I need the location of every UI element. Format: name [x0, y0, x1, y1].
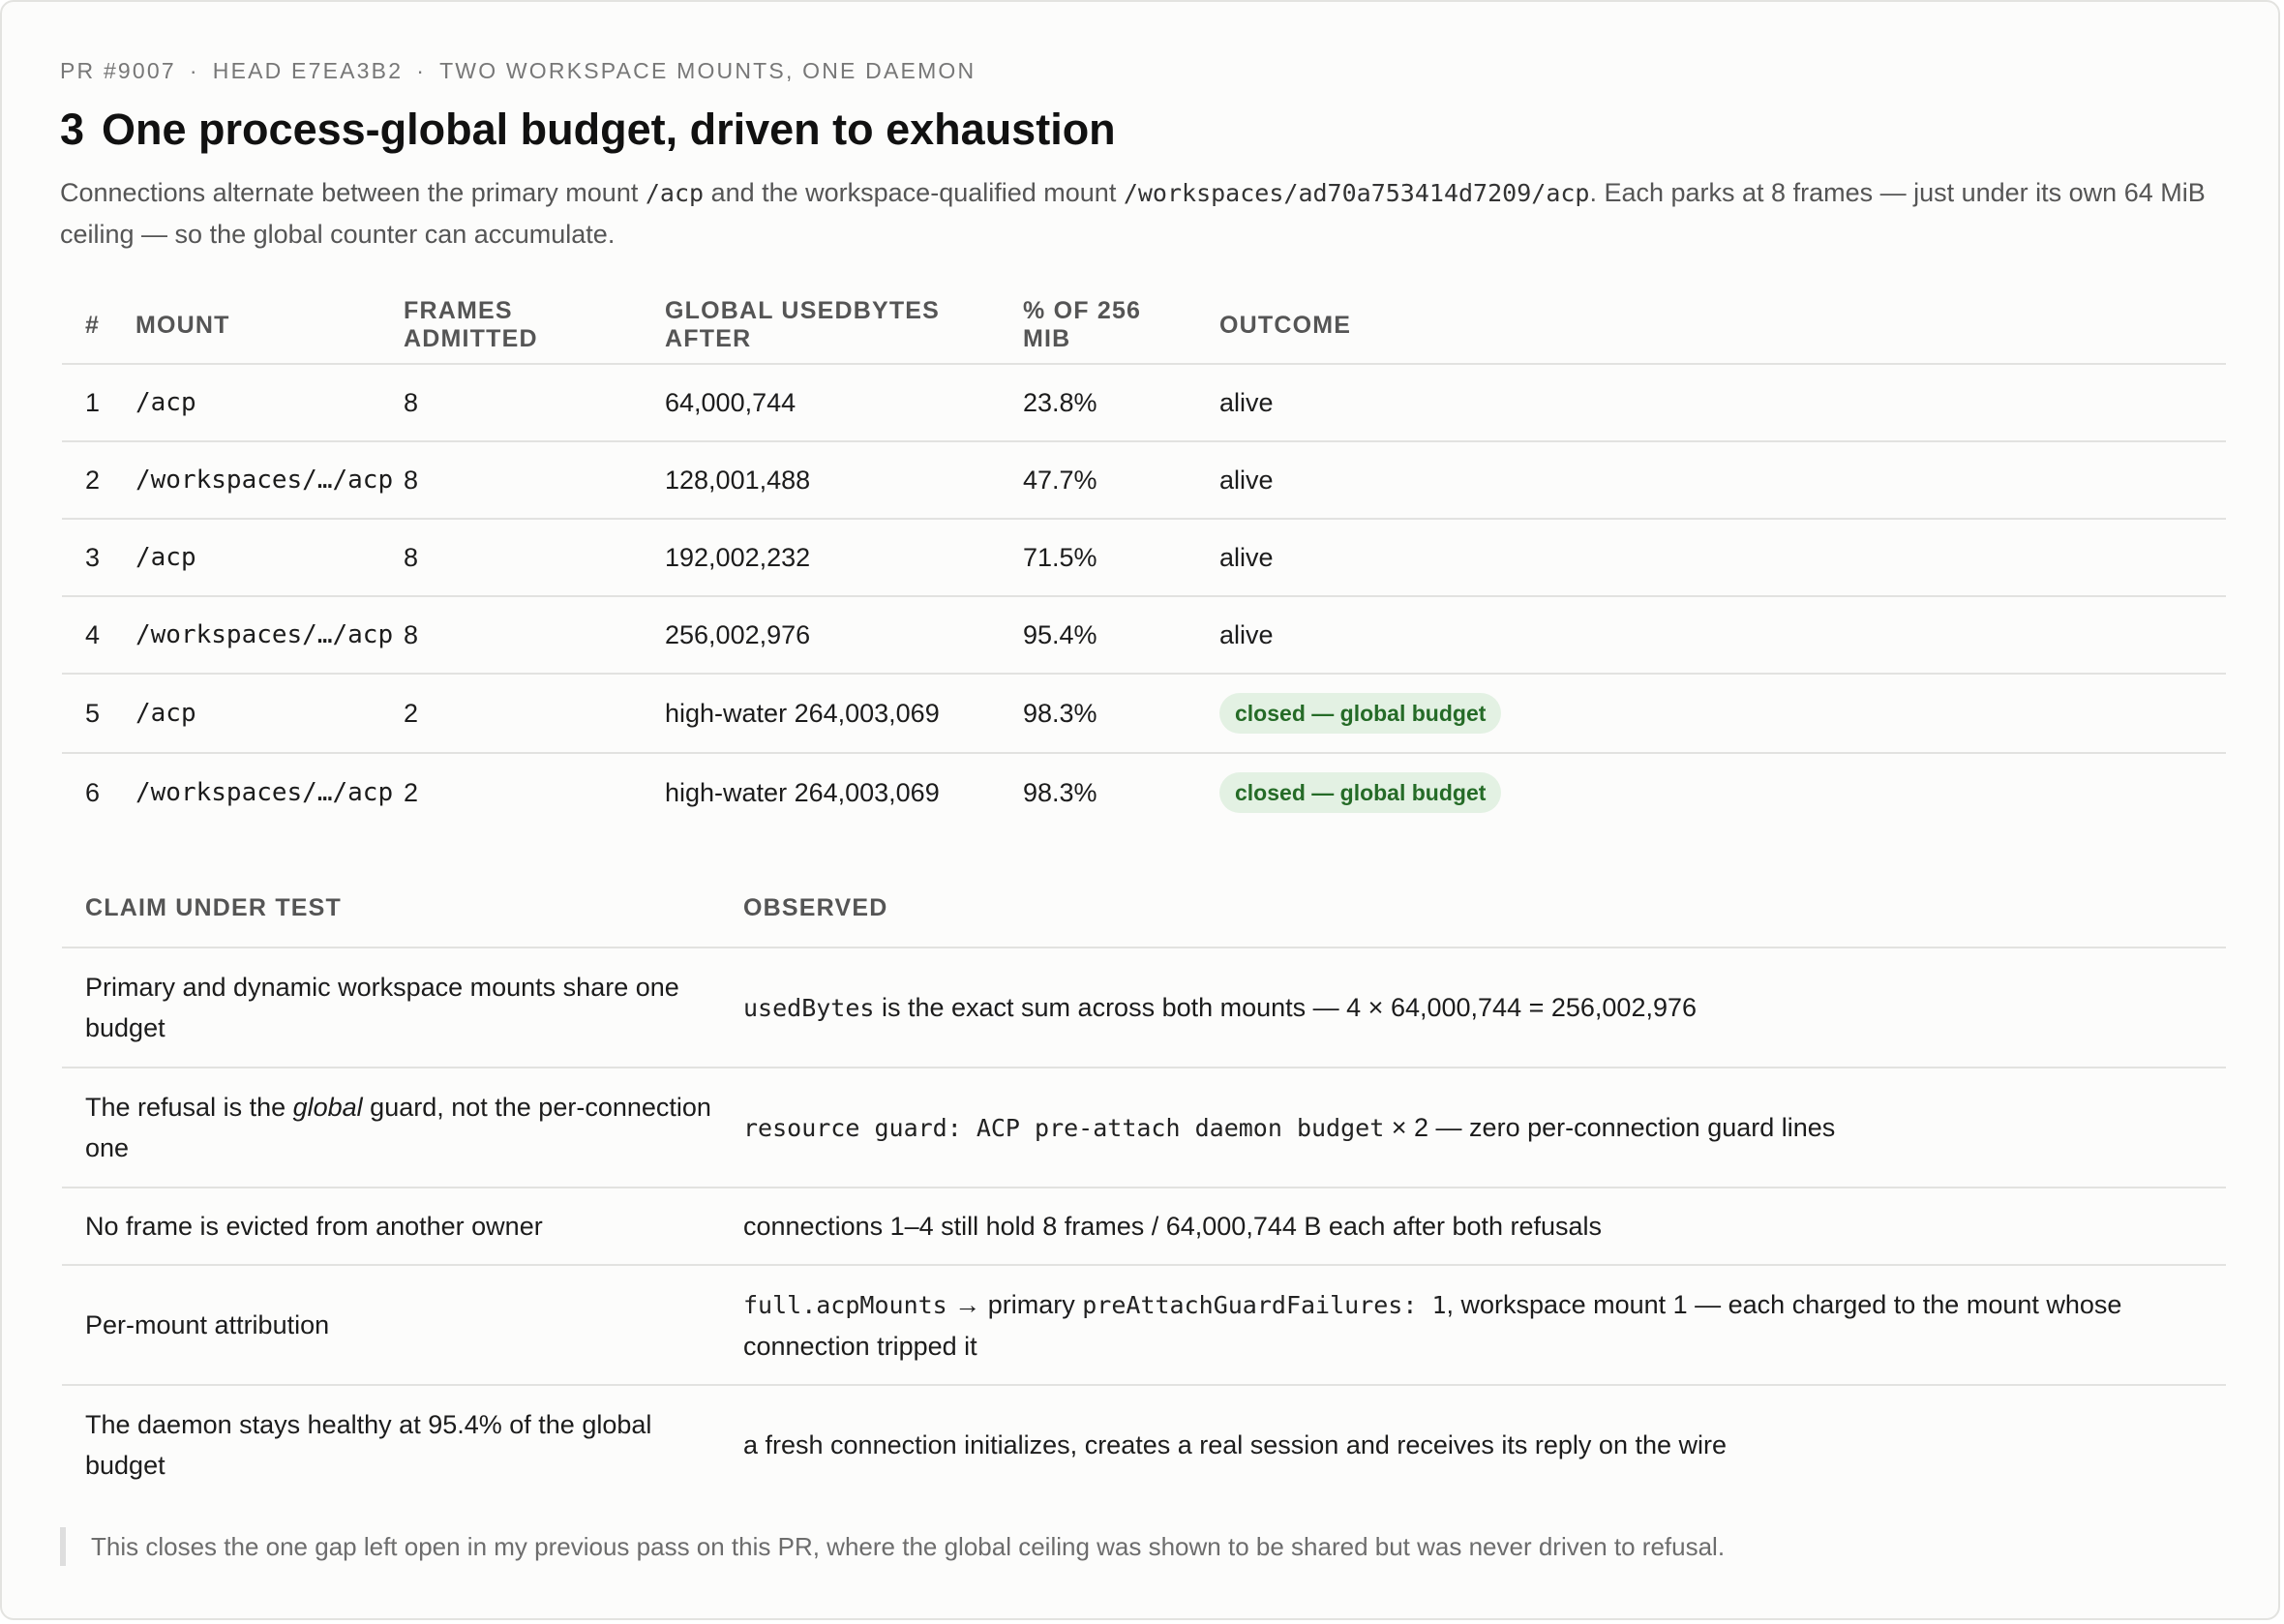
cell-observed: connections 1–4 still hold 8 frames / 64… — [720, 1188, 2226, 1266]
cell-used-bytes: high-water 264,003,069 — [642, 674, 1000, 754]
pr-meta-line: PR #9007 · HEAD E7EA3B2 · TWO WORKSPACE MOUN… — [60, 58, 976, 84]
observed-text: is the exact sum across both mounts — 4 … — [874, 992, 1698, 1022]
intro-text: Connections alternate between the primar… — [60, 178, 646, 207]
claims-table: CLAIM UNDER TEST OBSERVED Primary and dy… — [62, 869, 2226, 1504]
cell-mount: /acp — [112, 364, 380, 442]
cell-frames: 8 — [380, 519, 642, 597]
cell-claim: Per-mount attribution — [62, 1265, 720, 1386]
claim-emphasis: global — [292, 1093, 363, 1122]
cell-mount: /workspaces/…/acp — [112, 441, 393, 520]
table-row: Primary and dynamic workspace mounts sha… — [62, 947, 2226, 1068]
cell-percent: 95.4% — [1000, 596, 1196, 675]
table-header-row: CLAIM UNDER TEST OBSERVED — [62, 869, 2226, 948]
cell-mount: /workspaces/…/acp — [135, 778, 394, 807]
cell-number: 5 — [62, 674, 112, 754]
cell-claim: The refusal is the global guard, not the… — [62, 1068, 720, 1188]
cell-mount: /acp — [112, 519, 380, 597]
cell-outcome: alive — [1196, 519, 2226, 597]
cell-frames: 8 — [380, 364, 642, 442]
cell-number: 4 — [62, 596, 112, 675]
cell-frames: 8 — [380, 596, 642, 675]
table-row: Per-mount attribution full.acpMounts → p… — [62, 1265, 2226, 1386]
col-header-mount: MOUNT — [112, 287, 380, 365]
table-row: 6 /workspaces/…/acp 2 high-water 264,003… — [62, 753, 2226, 831]
cell-used-bytes: 128,001,488 — [642, 441, 1000, 520]
col-header-used-bytes: GLOBAL USEDBYTES AFTER — [642, 287, 1000, 365]
table-row: 3 /acp 8 192,002,232 71.5% alive — [62, 519, 2226, 597]
cell-number: 3 — [62, 519, 112, 597]
cell-outcome: closed — global budget — [1196, 674, 2226, 754]
table-row: The daemon stays healthy at 95.4% of the… — [62, 1385, 2226, 1504]
cell-observed: full.acpMounts → primary preAttachGuardF… — [720, 1265, 2226, 1386]
col-header-outcome: OUTCOME — [1196, 287, 2226, 365]
cell-outcome: alive — [1196, 364, 2226, 442]
col-header-percent: % OF 256 MIB — [1000, 287, 1196, 365]
cell-outcome: closed — global budget — [1196, 753, 2226, 831]
cell-number: 1 — [62, 364, 112, 442]
pr-number: PR #9007 — [60, 58, 176, 83]
observed-text: × 2 — zero per-connection guard lines — [1384, 1112, 1836, 1142]
cell-number: 6 — [85, 777, 101, 807]
status-badge-closed: closed — global budget — [1219, 693, 1502, 734]
col-header-claim: CLAIM UNDER TEST — [62, 869, 720, 948]
cell-frames: 2 — [404, 777, 419, 807]
scenario-context: TWO WORKSPACE MOUNTS, ONE DAEMON — [439, 58, 977, 83]
col-header-number: # — [62, 287, 112, 365]
table-row: 1 /acp 8 64,000,744 23.8% alive — [62, 364, 2226, 442]
code-guard-message: resource guard: ACP pre-attach daemon bu… — [743, 1113, 1385, 1142]
section-number: 3 — [60, 105, 85, 154]
cell-frames: 2 — [380, 674, 642, 754]
col-header-observed: OBSERVED — [720, 869, 2226, 948]
cell-percent: 47.7% — [1000, 441, 1196, 520]
cell-mount: /acp — [112, 674, 380, 754]
footnote-blockquote: This closes the one gap left open in my … — [60, 1527, 1725, 1566]
primary-mount-path: /acp — [645, 179, 705, 207]
report-card: PR #9007 · HEAD E7EA3B2 · TWO WORKSPACE MOUN… — [0, 0, 2280, 1620]
workspace-mount-path: /workspaces/ad70a753414d7209/acp — [1123, 179, 1590, 207]
cell-claim: The daemon stays healthy at 95.4% of the… — [85, 1410, 652, 1480]
cell-percent: 23.8% — [1000, 364, 1196, 442]
code-guard-failures: preAttachGuardFailures: 1 — [1082, 1290, 1447, 1319]
cell-observed: resource guard: ACP pre-attach daemon bu… — [720, 1068, 2226, 1188]
status-badge-closed: closed — global budget — [1219, 772, 1502, 813]
code-used-bytes: usedBytes — [743, 993, 875, 1022]
cell-mount: /workspaces/…/acp — [112, 596, 393, 675]
cell-percent: 71.5% — [1000, 519, 1196, 597]
cell-observed: a fresh connection initializes, creates … — [743, 1430, 1728, 1459]
table-row: The refusal is the global guard, not the… — [62, 1068, 2226, 1188]
observed-text: → primary — [947, 1289, 1083, 1319]
table-row: No frame is evicted from another owner c… — [62, 1188, 2226, 1266]
connections-table: # MOUNT FRAMES ADMITTED GLOBAL USEDBYTES… — [62, 287, 2226, 831]
section-title: 3 One process-global budget, driven to ex… — [60, 105, 1116, 155]
cell-frames: 8 — [380, 441, 642, 520]
cell-percent: 98.3% — [1023, 777, 1097, 807]
claim-text: The refusal is the — [85, 1093, 293, 1122]
cell-used-bytes: 64,000,744 — [642, 364, 1000, 442]
cell-claim: No frame is evicted from another owner — [62, 1188, 720, 1266]
section-title-text: One process-global budget, driven to exh… — [102, 105, 1116, 154]
table-row: 5 /acp 2 high-water 264,003,069 98.3% cl… — [62, 674, 2226, 754]
cell-number: 2 — [62, 441, 112, 520]
cell-percent: 98.3% — [1000, 674, 1196, 754]
meta-separator: · — [416, 58, 427, 83]
intro-paragraph: Connections alternate between the primar… — [60, 172, 2228, 255]
cell-outcome: alive — [1196, 596, 2226, 675]
intro-text: and the workspace-qualified mount — [704, 178, 1124, 207]
code-acp-mounts: full.acpMounts — [743, 1290, 947, 1319]
cell-outcome: alive — [1196, 441, 2226, 520]
cell-observed: usedBytes is the exact sum across both m… — [720, 947, 2226, 1068]
table-row: 4 /workspaces/…/acp 8 256,002,976 95.4% … — [62, 596, 2226, 675]
table-row: 2 /workspaces/…/acp 8 128,001,488 47.7% … — [62, 441, 2226, 520]
head-commit: HEAD E7EA3B2 — [212, 58, 404, 83]
table-header-row: # MOUNT FRAMES ADMITTED GLOBAL USEDBYTES… — [62, 287, 2226, 365]
meta-separator: · — [189, 58, 199, 83]
cell-used-bytes: high-water 264,003,069 — [665, 777, 940, 807]
cell-used-bytes: 256,002,976 — [642, 596, 1000, 675]
col-header-frames: FRAMES ADMITTED — [380, 287, 642, 365]
cell-claim: Primary and dynamic workspace mounts sha… — [62, 947, 720, 1068]
cell-used-bytes: 192,002,232 — [642, 519, 1000, 597]
